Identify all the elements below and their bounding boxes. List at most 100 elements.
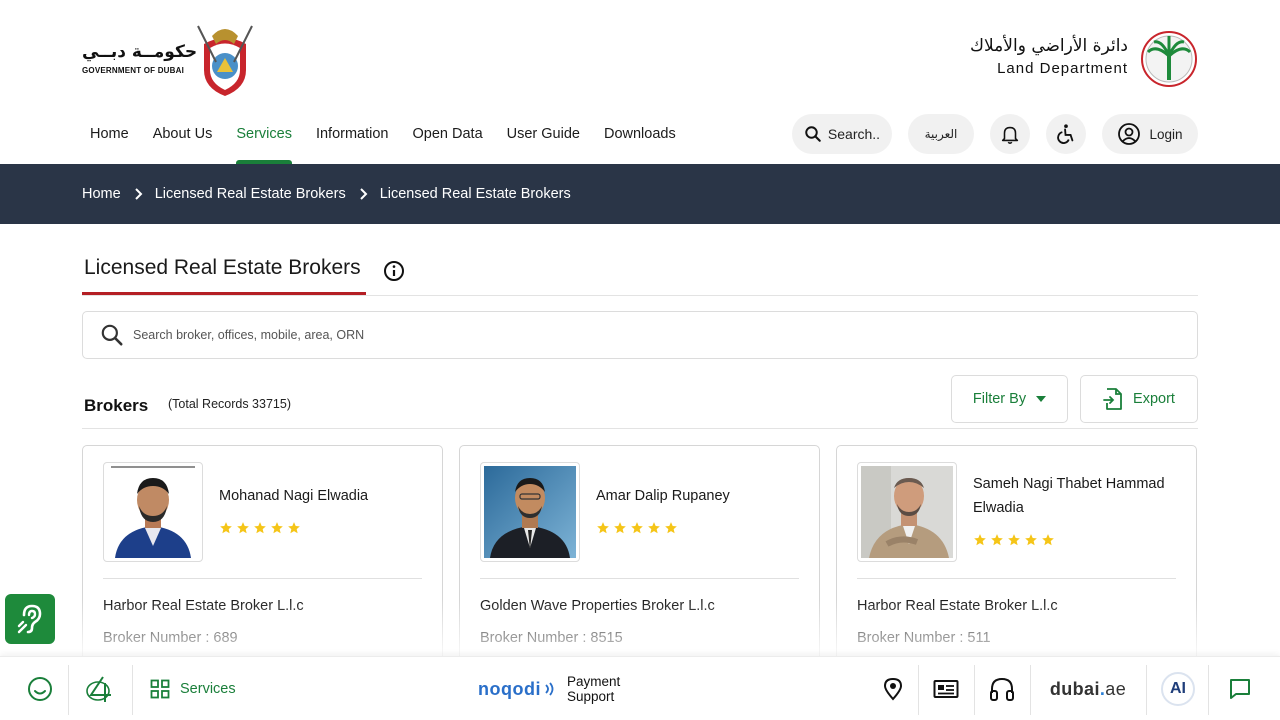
location-button[interactable] — [872, 663, 914, 715]
dld-logo-arabic-text: دائرة الأراضي والأملاك — [970, 36, 1128, 56]
broker-search-input[interactable] — [133, 328, 1033, 342]
sign-language-button[interactable] — [5, 594, 55, 644]
map-pin-icon — [883, 677, 903, 701]
bottom-service-bar: Services noqodi Payment Support dubai.ae — [0, 656, 1280, 720]
broker-name[interactable]: Mohanad Nagi Elwadia — [219, 484, 419, 508]
nav-item-open-data[interactable]: Open Data — [401, 116, 495, 152]
dubai-ae-suffix: ae — [1105, 678, 1127, 699]
page: حكومــة دبــي GOVERNMENT OF DUBAI دائرة … — [0, 0, 1280, 720]
broker-photo-frame — [480, 462, 580, 562]
login-button[interactable]: Login — [1102, 114, 1198, 154]
broker-search-box — [82, 311, 1198, 359]
search-icon — [805, 126, 821, 142]
headphones-icon — [990, 677, 1014, 701]
gov-logo-arabic-text: حكومــة دبــي — [82, 42, 198, 62]
header-tools: Search.. العربية Login — [792, 114, 1198, 154]
notifications-button[interactable] — [990, 114, 1030, 154]
broker-card[interactable]: Mohanad Nagi Elwadia Harbor Real Estate … — [82, 445, 443, 685]
language-toggle-button[interactable]: العربية — [908, 114, 974, 154]
broker-number: Broker Number : 511 — [857, 630, 991, 646]
nav-item-services[interactable]: Services — [224, 116, 304, 164]
broker-company: Harbor Real Estate Broker L.l.c — [857, 598, 1058, 614]
noqodi-logo-text: noqodi — [478, 678, 541, 699]
number-four-logo-icon — [86, 676, 111, 702]
nav-item-home[interactable]: Home — [78, 116, 141, 152]
payment-support-line-1: Payment — [566, 674, 621, 689]
filter-by-button[interactable]: Filter By — [951, 375, 1068, 423]
star-icon — [974, 534, 986, 546]
dubai-ae-main: dubai — [1049, 678, 1100, 699]
login-label: Login — [1149, 126, 1183, 142]
broker-photo — [484, 466, 576, 558]
breadcrumb-current-page: Licensed Real Estate Brokers — [379, 186, 571, 202]
breadcrumb: Home Licensed Real Estate Brokers Licens… — [0, 164, 1280, 224]
star-icon — [648, 522, 660, 534]
broker-name[interactable]: Amar Dalip Rupaney — [596, 484, 796, 508]
broker-photo — [861, 466, 953, 558]
palm-tree-emblem-icon — [1141, 31, 1197, 87]
star-icon — [991, 534, 1003, 546]
smiley-icon — [28, 677, 52, 701]
info-icon[interactable] — [382, 259, 406, 283]
page-title: Licensed Real Estate Brokers — [84, 256, 361, 279]
nav-item-downloads[interactable]: Downloads — [592, 116, 688, 152]
accessibility-button[interactable] — [1046, 114, 1086, 154]
total-records-count: (Total Records 33715) — [168, 397, 291, 411]
broker-rating-stars — [596, 521, 678, 535]
chat-button[interactable] — [1214, 663, 1266, 715]
broker-photo-frame — [103, 462, 203, 562]
gov-logo-english-text: GOVERNMENT OF DUBAI — [82, 66, 185, 75]
hatta-4-button[interactable] — [74, 663, 126, 715]
chevron-right-icon — [133, 188, 143, 200]
noqodi-payment-support-button[interactable]: noqodi Payment Support — [478, 663, 648, 715]
bottom-bar-divider — [1030, 665, 1031, 715]
wheelchair-icon — [1057, 124, 1074, 144]
ai-label: AI — [1170, 680, 1186, 697]
title-underline — [82, 292, 366, 295]
ai-badge: AI — [1161, 672, 1195, 706]
broker-company: Golden Wave Properties Broker L.l.c — [480, 598, 715, 614]
nav-item-about-us[interactable]: About Us — [141, 116, 225, 152]
bell-icon — [1001, 126, 1019, 144]
star-icon — [1008, 534, 1020, 546]
ai-assistant-button[interactable]: AI — [1152, 663, 1204, 715]
chat-bubble-icon — [1230, 679, 1250, 699]
dubai-land-department-logo[interactable]: دائرة الأراضي والأملاك Land Department — [966, 30, 1198, 90]
star-icon — [288, 522, 300, 534]
grid-icon — [150, 679, 170, 699]
broker-number: Broker Number : 689 — [103, 630, 238, 646]
star-icon — [220, 522, 232, 534]
wireless-waves-icon — [545, 682, 554, 696]
star-icon — [665, 522, 677, 534]
broker-photo — [107, 466, 199, 558]
dubai-ae-logo: dubai.ae — [1050, 679, 1126, 700]
nav-item-user-guide[interactable]: User Guide — [495, 116, 592, 152]
payment-support-label: Payment Support — [567, 674, 620, 704]
feedback-smiley-button[interactable] — [14, 663, 66, 715]
broker-cards: Mohanad Nagi Elwadia Harbor Real Estate … — [82, 445, 1198, 685]
broker-name[interactable]: Sameh Nagi Thabet Hammad Elwadia — [973, 472, 1173, 520]
government-of-dubai-logo[interactable]: حكومــة دبــي GOVERNMENT OF DUBAI — [82, 22, 262, 98]
star-icon — [254, 522, 266, 534]
news-button[interactable] — [922, 663, 970, 715]
bottom-bar-divider — [68, 665, 69, 715]
chevron-right-icon — [358, 188, 368, 200]
broker-card[interactable]: Sameh Nagi Thabet Hammad Elwadia Harbor … — [836, 445, 1197, 685]
caret-down-icon — [1036, 396, 1047, 402]
bottom-services-button[interactable]: Services — [150, 663, 260, 715]
main-navigation: Home About Us Services Information Open … — [78, 116, 688, 164]
search-button[interactable]: Search.. — [792, 114, 892, 154]
broker-card[interactable]: Amar Dalip Rupaney Golden Wave Propertie… — [459, 445, 820, 685]
star-icon — [271, 522, 283, 534]
dubai-ae-link[interactable]: dubai.ae — [1036, 663, 1140, 715]
card-divider — [103, 578, 422, 579]
breadcrumb-brokers-section[interactable]: Licensed Real Estate Brokers — [155, 186, 346, 202]
star-icon — [1042, 534, 1054, 546]
export-button[interactable]: Export — [1080, 375, 1198, 423]
audio-support-button[interactable] — [978, 663, 1026, 715]
nav-item-information[interactable]: Information — [304, 116, 401, 152]
site-header: حكومــة دبــي GOVERNMENT OF DUBAI دائرة … — [0, 0, 1280, 164]
broker-rating-stars — [219, 521, 301, 535]
breadcrumb-home[interactable]: Home — [82, 186, 121, 202]
user-circle-icon — [1118, 123, 1141, 145]
